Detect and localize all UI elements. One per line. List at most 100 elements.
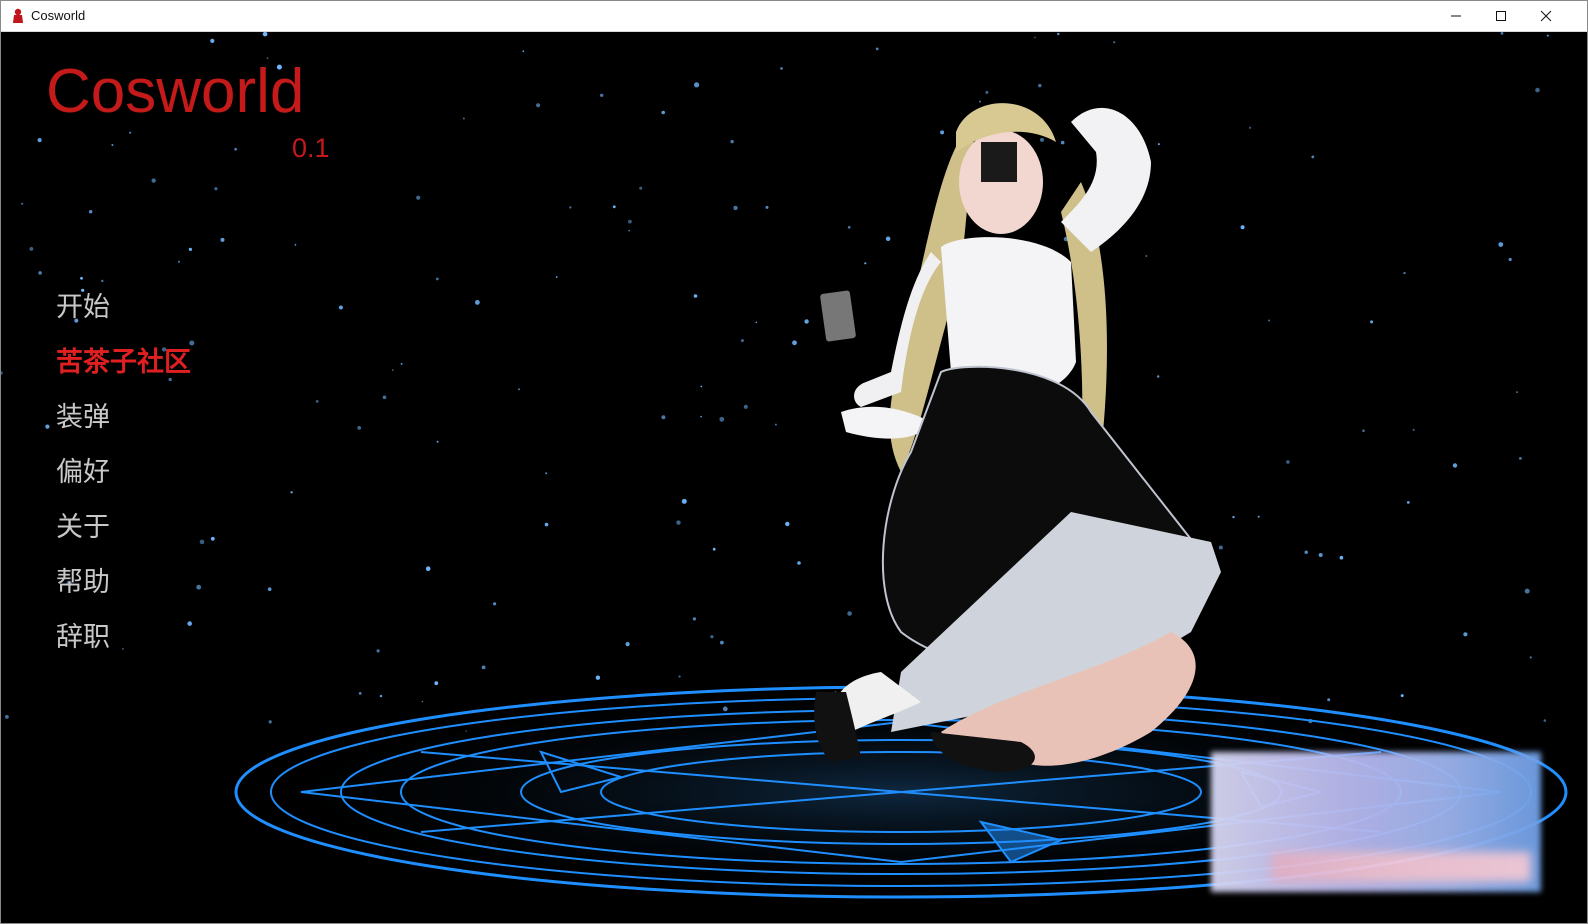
star <box>1524 588 1530 594</box>
star <box>1452 463 1458 468</box>
star <box>755 321 758 324</box>
star <box>569 206 572 209</box>
star <box>700 385 703 388</box>
menu-load[interactable]: 装弹 <box>56 400 191 455</box>
star <box>765 205 769 209</box>
star <box>382 395 387 400</box>
star <box>220 237 225 242</box>
star <box>421 700 424 703</box>
window-title: Cosworld <box>31 8 86 23</box>
star <box>379 694 383 698</box>
minimize-icon <box>1451 15 1461 17</box>
star <box>1508 257 1512 262</box>
star <box>436 440 439 443</box>
menu-help[interactable]: 帮助 <box>56 565 191 620</box>
star <box>545 472 548 475</box>
star <box>612 205 616 209</box>
star <box>1268 319 1271 322</box>
star <box>37 138 42 143</box>
star <box>435 277 439 281</box>
star <box>710 635 714 639</box>
star <box>1406 501 1410 504</box>
blurred-overlay <box>1211 752 1541 892</box>
main-menu-scene: Cosworld 0.1 开始 苦茶子社区 装弹 偏好 关于 帮助 辞职 <box>1 32 1587 923</box>
star <box>376 649 380 653</box>
star <box>1318 553 1323 557</box>
star <box>151 178 156 183</box>
star <box>1157 375 1160 378</box>
star <box>462 117 465 120</box>
star <box>1311 155 1315 159</box>
star <box>391 369 394 371</box>
star <box>1157 143 1160 146</box>
window-titlebar[interactable]: Cosworld <box>1 1 1587 32</box>
star <box>730 139 734 144</box>
star <box>1113 41 1116 44</box>
star <box>1339 555 1344 560</box>
star <box>847 611 852 616</box>
menu-community[interactable]: 苦茶子社区 <box>56 345 191 400</box>
menu-about[interactable]: 关于 <box>56 510 191 565</box>
star <box>1257 515 1260 518</box>
star <box>544 522 549 527</box>
minimize-button[interactable] <box>1433 1 1479 31</box>
star <box>1286 460 1290 464</box>
star <box>522 50 525 53</box>
character-figure <box>814 103 1221 772</box>
star <box>357 426 362 430</box>
star <box>1 371 3 375</box>
stars <box>1 32 1549 732</box>
star <box>719 416 725 422</box>
star <box>1057 32 1060 36</box>
star <box>780 67 783 70</box>
star <box>600 93 604 97</box>
star <box>294 243 297 246</box>
star <box>628 229 630 232</box>
star <box>1529 656 1532 659</box>
star <box>1232 515 1235 519</box>
star <box>1249 126 1252 129</box>
star <box>639 186 643 190</box>
star <box>661 110 665 115</box>
star <box>1412 428 1415 431</box>
star <box>595 675 601 680</box>
star <box>1327 698 1331 702</box>
star <box>268 720 272 724</box>
star <box>45 424 50 429</box>
star <box>188 247 192 251</box>
star <box>885 236 891 242</box>
star <box>234 147 237 151</box>
maximize-button[interactable] <box>1478 1 1524 31</box>
main-menu: 开始 苦茶子社区 装弹 偏好 关于 帮助 辞职 <box>56 290 191 675</box>
star <box>111 144 114 146</box>
star <box>536 103 541 108</box>
star <box>712 547 716 551</box>
star <box>743 404 748 409</box>
menu-preferences[interactable]: 偏好 <box>56 455 191 510</box>
star <box>797 561 801 565</box>
star <box>694 82 700 88</box>
star <box>101 279 104 283</box>
close-button[interactable] <box>1523 1 1569 31</box>
star <box>1145 255 1148 257</box>
star <box>1543 719 1547 722</box>
star <box>29 247 34 251</box>
star <box>425 566 431 571</box>
star <box>875 47 879 51</box>
star <box>720 640 724 645</box>
star <box>676 520 681 525</box>
star <box>199 539 205 545</box>
menu-quit[interactable]: 辞职 <box>56 620 191 675</box>
star <box>1463 632 1468 637</box>
star <box>1403 271 1406 275</box>
star <box>733 205 738 211</box>
star <box>693 294 698 298</box>
game-title: Cosworld <box>46 57 305 126</box>
star <box>628 219 632 224</box>
star <box>864 262 867 265</box>
star <box>338 305 343 310</box>
game-version: 0.1 <box>292 133 330 163</box>
game-window: Cosworld Cosworld 0.1 开始 苦茶子社区 装弹 偏好 关于 … <box>0 0 1588 924</box>
star <box>129 131 132 134</box>
menu-start[interactable]: 开始 <box>56 290 191 345</box>
